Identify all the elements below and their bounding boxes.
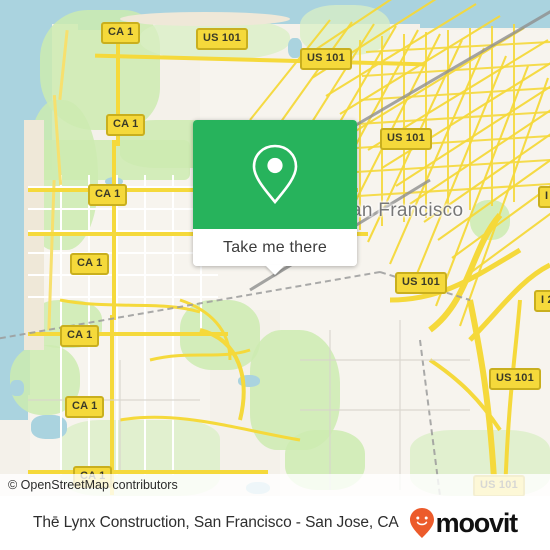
take-me-there-label: Take me there [223, 238, 327, 256]
callout-tail [265, 265, 285, 275]
highway-shield: US 101 [489, 368, 541, 390]
highway-shield: CA 1 [101, 22, 141, 44]
highway-shield: US 101 [196, 28, 248, 50]
card-image-area [193, 120, 357, 229]
highway-shield: US 101 [395, 272, 447, 294]
location-callout-card[interactable]: Take me there [193, 120, 357, 275]
map-attribution[interactable]: © OpenStreetMap contributors [0, 474, 550, 496]
footer-place-text: Thē Lynx Construction, San Francisco - S… [33, 514, 399, 531]
highway-shield: CA 1 [60, 325, 100, 347]
highway-shield: I 2 [534, 290, 550, 312]
highway-shield: CA 1 [88, 184, 128, 206]
moovit-wordmark: moovit [435, 507, 519, 538]
moovit-logo[interactable]: moovit [409, 507, 519, 539]
highway-shield: CA 1 [65, 396, 105, 418]
map-pin-icon [252, 144, 298, 204]
highway-shield: I [538, 186, 550, 208]
footer-bar: Thē Lynx Construction, San Francisco - S… [0, 496, 550, 550]
card-action-bar[interactable]: Take me there [193, 229, 357, 275]
highway-shield: CA 1 [70, 253, 110, 275]
highway-shield: US 101 [300, 48, 352, 70]
highway-shield: US 101 [380, 128, 432, 150]
moovit-smiley-pin-icon [409, 508, 434, 538]
highway-shield: CA 1 [106, 114, 146, 136]
map-screenshot: San Francisco CA 1 US 101 US 101 CA 1 US 101… [0, 0, 550, 550]
